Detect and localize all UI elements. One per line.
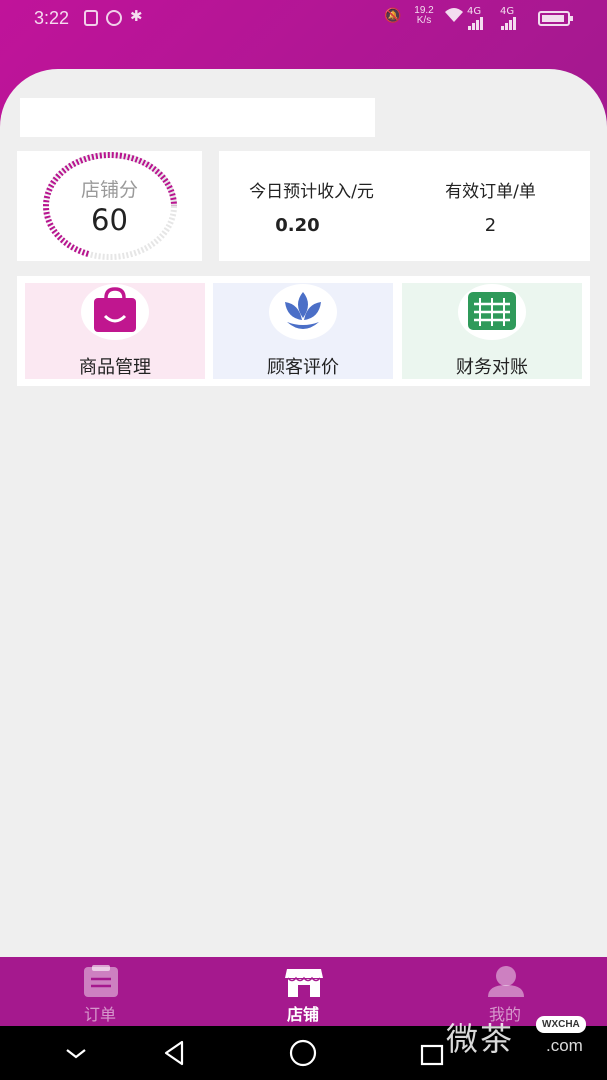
nfc-icon	[84, 10, 98, 26]
score-label: 店铺分	[80, 179, 138, 201]
mute-icon: 🔕	[384, 8, 402, 24]
signal-icon: 4G	[467, 6, 497, 30]
back-icon[interactable]	[160, 1038, 190, 1068]
shopping-bag-icon	[94, 287, 136, 332]
signal-1-label: 4G	[467, 6, 482, 17]
lotus-flower-icon	[285, 292, 321, 329]
network-speed: 19.2 K/s	[411, 6, 437, 26]
watermark-chinese: 微茶	[446, 1020, 515, 1058]
watermark: 微茶 WXCHA .com	[446, 1012, 596, 1060]
orders-stat[interactable]: 有效订单/单 2	[404, 151, 589, 261]
storefront-icon	[285, 969, 323, 997]
watermark-domain: .com	[546, 1036, 583, 1055]
income-label: 今日预计收入/元	[249, 182, 374, 202]
home-icon[interactable]	[288, 1038, 318, 1068]
icon-circle	[458, 284, 526, 340]
icon-circle	[269, 284, 337, 340]
today-stats-card: 今日预计收入/元 0.20 有效订单/单 2	[219, 151, 590, 261]
icon-circle	[81, 284, 149, 340]
tab-store[interactable]: 店铺	[203, 957, 403, 1026]
customer-reviews-label: 顾客评价	[267, 357, 339, 378]
tab-orders-label: 订单	[83, 1005, 116, 1024]
orders-value: 2	[484, 215, 497, 236]
wifi-icon	[444, 7, 464, 23]
tab-store-label: 店铺	[286, 1005, 319, 1024]
goods-management-button[interactable]: 商品管理	[25, 283, 205, 379]
chevron-down-icon[interactable]	[61, 1038, 91, 1068]
recent-apps-icon[interactable]	[418, 1038, 448, 1068]
score-value: 60	[91, 203, 128, 237]
orders-label: 有效订单/单	[445, 182, 536, 202]
signal-2-label: 4G	[500, 6, 515, 17]
watermark-tag: WXCHA	[536, 1016, 586, 1033]
alarm-icon	[106, 10, 122, 26]
customer-reviews-button[interactable]: 顾客评价	[213, 283, 393, 379]
income-stat[interactable]: 今日预计收入/元 0.20	[219, 151, 404, 261]
store-dashboard: 店铺分 60 今日预计收入/元 0.20 有效订单/单 2 商品管理 顾客评价 …	[0, 69, 607, 957]
clipboard-icon	[84, 965, 118, 997]
store-name	[20, 98, 375, 137]
income-value: 0.20	[275, 215, 320, 236]
signal-icon: 4G	[500, 6, 530, 30]
status-time: 3:22	[34, 8, 70, 28]
finance-reconciliation-label: 财务对账	[456, 357, 528, 378]
bluetooth-icon: ✱	[130, 7, 143, 25]
tab-orders[interactable]: 订单	[0, 957, 200, 1026]
battery-icon	[538, 11, 573, 26]
finance-reconciliation-button[interactable]: 财务对账	[402, 283, 582, 379]
status-bar: 3:22 ✱ 🔕 19.2 K/s 4G 4G	[0, 0, 607, 38]
network-speed-unit: K/s	[416, 15, 432, 26]
ledger-icon	[468, 292, 516, 330]
user-icon	[488, 966, 524, 997]
feature-grid: 商品管理 顾客评价 财务对账	[17, 276, 590, 386]
goods-management-label: 商品管理	[79, 357, 151, 378]
store-score-card[interactable]: 店铺分 60	[17, 151, 202, 261]
app-screen: 3:22 ✱ 🔕 19.2 K/s 4G 4G 店铺分 60 今日预计收入/元 …	[0, 0, 607, 1026]
